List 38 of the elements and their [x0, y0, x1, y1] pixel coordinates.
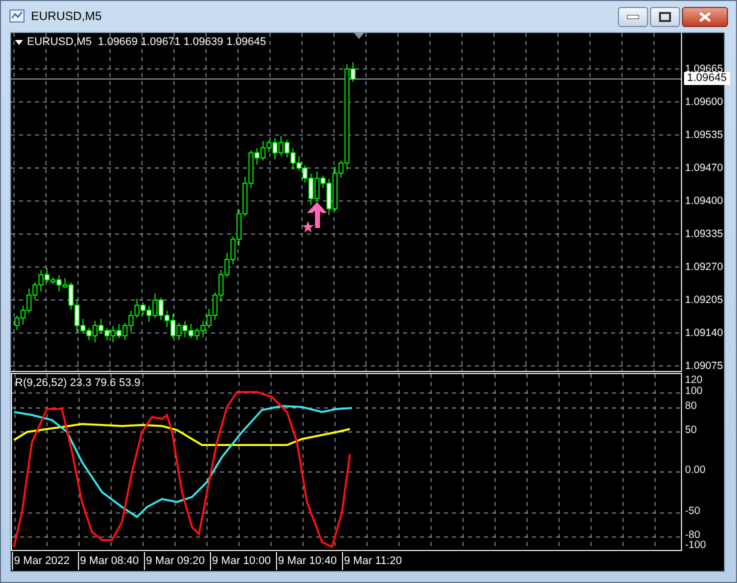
scale-label: 100	[685, 384, 703, 398]
price-label: 1.09270	[685, 260, 723, 274]
window-title: EURUSD,M5	[31, 9, 102, 23]
maximize-button[interactable]	[650, 7, 680, 27]
current-price-label: 1.09645	[684, 72, 730, 85]
up-arrow-icon	[307, 202, 327, 228]
time-label: 9 Mar 11:20	[342, 552, 408, 570]
chart-header: EURUSD,M5 1.09669 1.09671 1.09639 1.09645	[27, 36, 266, 48]
close-button[interactable]	[682, 7, 728, 27]
minimize-button[interactable]	[618, 7, 648, 27]
scale-label: -50	[685, 504, 700, 518]
price-label: 1.09205	[685, 293, 723, 307]
price-label: 1.09470	[685, 161, 723, 175]
price-label: 1.09600	[685, 95, 723, 109]
scale-label: 80	[685, 399, 697, 413]
price-label: 1.09535	[685, 128, 723, 142]
indicator-label: R(9,26,52) 23.3 79.6 53.9	[15, 377, 140, 389]
scale-label: 0.00	[685, 463, 706, 477]
time-label: 9 Mar 09:20	[144, 552, 210, 570]
restore-icon	[659, 12, 671, 22]
price-label: 1.09335	[685, 227, 723, 241]
scale-label: -80	[685, 528, 700, 541]
scale-label: 120	[685, 373, 703, 386]
star-icon	[302, 221, 314, 233]
minimize-icon	[627, 15, 639, 19]
time-label: 9 Mar 10:00	[210, 552, 276, 570]
dropdown-triangle-icon[interactable]	[15, 40, 23, 44]
chart-window-icon	[9, 8, 25, 24]
price-label: 1.09400	[685, 194, 723, 208]
price-label: 1.09075	[685, 359, 723, 373]
scale-label: 50	[685, 423, 697, 437]
price-label: 1.09140	[685, 326, 723, 340]
time-label: 9 Mar 2022	[12, 552, 78, 570]
chart-shift-marker-icon	[354, 33, 364, 39]
close-icon	[699, 12, 711, 22]
time-label: 9 Mar 08:40	[78, 552, 144, 570]
scale-label: -100	[685, 538, 706, 552]
time-label: 9 Mar 10:40	[276, 552, 342, 570]
